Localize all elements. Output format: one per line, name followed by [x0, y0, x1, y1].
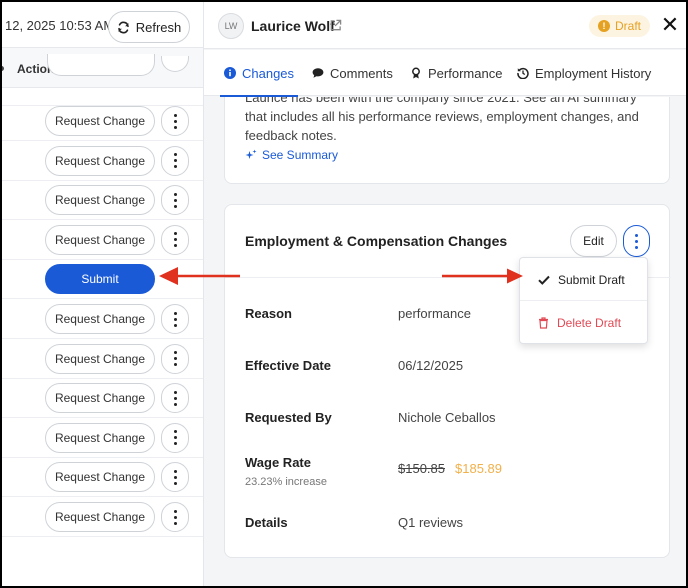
tab-comments[interactable]: Comments: [312, 50, 393, 96]
row-kebab-button-partial[interactable]: [161, 56, 189, 72]
menu-divider: [520, 300, 647, 301]
status-badge-label: Draft: [615, 19, 642, 33]
detail-tabs: Changes Comments Performance Employment …: [204, 50, 686, 97]
table-row: Request Change: [2, 220, 203, 260]
table-row: Request Change: [2, 457, 203, 498]
row-kebab-button[interactable]: [161, 383, 189, 414]
wage-increase-percent: 23.23% increase: [245, 476, 327, 488]
delete-draft-menu-item[interactable]: Delete Draft: [520, 303, 647, 343]
status-badge: ! Draft: [589, 15, 651, 37]
request-change-button[interactable]: Request Change: [45, 145, 155, 176]
see-summary-link[interactable]: See Summary: [245, 148, 338, 162]
refresh-button[interactable]: Refresh: [108, 11, 190, 43]
tab-performance[interactable]: Performance: [410, 50, 502, 96]
request-change-button[interactable]: Request Change: [45, 422, 155, 453]
requested-by-value: Nichole Ceballos: [398, 410, 496, 425]
trash-icon: [539, 317, 548, 329]
table-row-partial: [2, 54, 203, 106]
submit-draft-menu-item[interactable]: Submit Draft: [520, 260, 647, 300]
table-row: Request Change: [2, 339, 203, 379]
row-kebab-button[interactable]: [161, 145, 189, 176]
submit-button[interactable]: Submit: [45, 264, 155, 295]
more-options-menu: Submit Draft Delete Draft: [519, 257, 648, 344]
submit-draft-label: Submit Draft: [558, 273, 625, 287]
request-change-button[interactable]: Request Change: [45, 304, 155, 334]
delete-draft-label: Delete Draft: [557, 316, 622, 330]
row-kebab-button[interactable]: [161, 185, 189, 216]
close-button[interactable]: ✕: [660, 14, 680, 36]
sparkle-icon: [245, 149, 257, 159]
request-change-button[interactable]: Request Change: [45, 106, 155, 136]
row-kebab-button[interactable]: [161, 106, 189, 136]
info-icon: [224, 67, 236, 79]
refresh-icon: [117, 21, 129, 33]
row-kebab-button[interactable]: [161, 502, 189, 532]
refresh-label: Refresh: [135, 19, 182, 35]
reason-label: Reason: [245, 306, 292, 321]
table-row: Submit: [2, 259, 203, 300]
wage-rate-value: $150.85 $185.89: [398, 461, 502, 476]
row-kebab-button[interactable]: [161, 422, 189, 453]
left-toolbar: 12, 2025 10:53 AM Refresh: [2, 2, 203, 48]
avatar: LW: [218, 13, 244, 39]
ai-summary-text: Laurice has been with the company since …: [245, 97, 639, 143]
tab-employment-history-label: Employment History: [535, 65, 652, 81]
table-row: Request Change: [2, 141, 203, 181]
card-title: Employment & Compensation Changes: [245, 233, 508, 249]
table-row: Request Change: [2, 101, 203, 141]
tab-changes[interactable]: Changes: [219, 50, 299, 97]
history-icon: [517, 67, 529, 79]
tab-performance-label: Performance: [428, 65, 503, 81]
effective-date-value: 06/12/2025: [398, 358, 464, 373]
new-wage: $185.89: [455, 461, 502, 476]
details-value: Q1 reviews: [398, 515, 464, 530]
reason-value: performance: [398, 306, 471, 321]
tab-employment-history[interactable]: Employment History: [517, 50, 651, 96]
table-row: Request Change: [2, 180, 203, 221]
table-row: Request Change: [2, 378, 203, 419]
edit-button[interactable]: Edit: [570, 225, 617, 257]
request-change-button[interactable]: Request Change: [45, 462, 155, 493]
request-change-button-partial[interactable]: [47, 54, 155, 76]
request-change-button[interactable]: Request Change: [45, 343, 155, 374]
detail-header: LW Laurice Wolf ! Draft ✕: [204, 2, 686, 49]
requests-table-panel: 12, 2025 10:53 AM Refresh Actions Reques…: [2, 2, 204, 586]
more-options-button[interactable]: [623, 225, 650, 257]
row-kebab-button[interactable]: [161, 224, 189, 255]
details-label: Details: [245, 515, 288, 530]
table-row: Request Change: [2, 299, 203, 339]
speech-bubble-icon: [312, 68, 324, 78]
row-kebab-button[interactable]: [161, 304, 189, 334]
request-change-button[interactable]: Request Change: [45, 185, 155, 216]
tab-changes-label: Changes: [242, 65, 295, 81]
last-updated-timestamp: 12, 2025 10:53 AM: [5, 18, 115, 33]
see-summary-label: See Summary: [262, 148, 339, 162]
row-kebab-button[interactable]: [161, 343, 189, 374]
request-change-button[interactable]: Request Change: [45, 224, 155, 255]
requested-by-label: Requested By: [245, 410, 332, 425]
request-change-button[interactable]: Request Change: [45, 383, 155, 414]
warning-icon: !: [598, 20, 610, 32]
old-wage: $150.85: [398, 461, 445, 476]
request-change-button[interactable]: Request Change: [45, 502, 155, 532]
row-kebab-button[interactable]: [161, 462, 189, 493]
checkmark-icon: [538, 275, 550, 285]
tab-comments-label: Comments: [330, 65, 393, 81]
table-row: Request Change: [2, 497, 203, 537]
ai-summary-card: Laurice has been with the company since …: [224, 97, 670, 184]
external-link-icon[interactable]: [329, 19, 342, 32]
employee-name: Laurice Wolf: [251, 18, 335, 34]
effective-date-label: Effective Date: [245, 358, 331, 373]
award-icon: [412, 67, 420, 79]
wage-rate-label: Wage Rate: [245, 455, 311, 470]
table-row: Request Change: [2, 418, 203, 458]
